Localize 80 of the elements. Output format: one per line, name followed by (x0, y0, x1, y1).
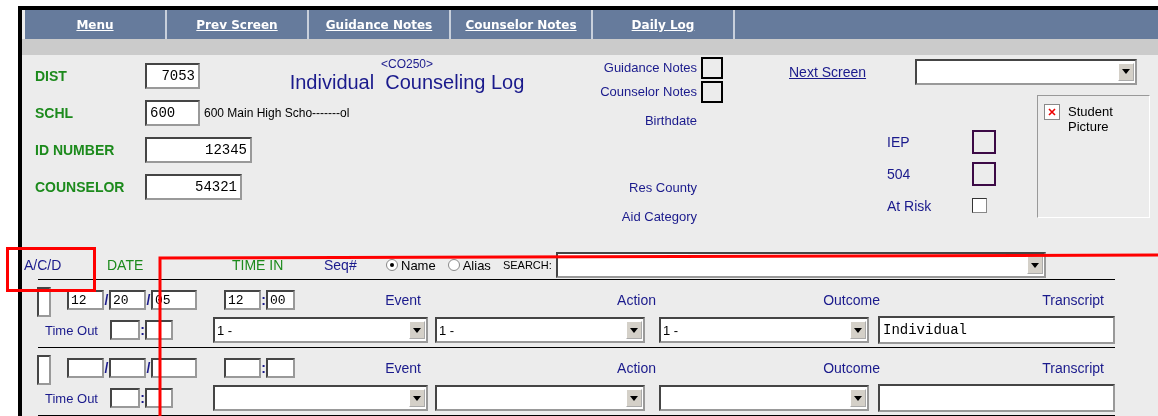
school-name: 600 Main High Scho-------ol (204, 105, 350, 120)
column-label: Seq# (324, 257, 358, 274)
search-label: SEARCH: (502, 259, 552, 272)
time-separator: : (140, 322, 145, 339)
day-field[interactable]: 20 (109, 290, 146, 311)
info-label: Res County (628, 179, 697, 195)
caret-icon (626, 389, 642, 407)
hour-field[interactable]: 12 (224, 290, 261, 311)
notes-label: Counselor Notes (599, 84, 697, 100)
dropdown[interactable]: 1 - (659, 317, 869, 344)
outcome-label: Outcome (822, 360, 880, 376)
time-out-label: Time Out (45, 322, 99, 338)
screen-code: <CO250> (380, 56, 433, 71)
time-separator: : (261, 292, 266, 309)
transcript-field[interactable] (878, 384, 1115, 412)
caret-icon (850, 321, 866, 340)
dropdown[interactable] (213, 385, 428, 411)
notes-label: Guidance Notes (602, 60, 697, 76)
dropdown[interactable] (915, 58, 1137, 85)
date-separator: / (104, 292, 109, 309)
date-separator: / (146, 360, 151, 376)
flag-label: At Risk (887, 197, 933, 214)
time-separator: : (261, 360, 266, 376)
month-field[interactable]: 12 (67, 290, 104, 311)
caret-icon (409, 321, 425, 340)
column-label: DATE (107, 257, 145, 274)
hour-field[interactable] (224, 358, 261, 378)
transcript-label: Transcript (1041, 292, 1105, 309)
checkbox[interactable] (972, 129, 996, 154)
date-separator: / (146, 292, 151, 309)
dropdown[interactable] (435, 385, 645, 411)
transcript-label: Transcript (1041, 360, 1105, 376)
field-label: ID NUMBER (35, 141, 116, 158)
flag-label: IEP (887, 133, 911, 150)
info-label: Aid Category (620, 208, 697, 224)
event-label: Event (385, 360, 421, 376)
checkbox[interactable] (972, 198, 987, 214)
time-out-label: Time Out (45, 390, 99, 406)
field-label: COUNSELOR (35, 178, 126, 195)
flag-label: 504 (887, 165, 912, 182)
next-screen-label: Next Screen (789, 63, 868, 80)
radio-option[interactable]: Alias (447, 257, 491, 273)
caret-icon (626, 321, 642, 340)
info-label: Birthdate (643, 112, 697, 128)
text-field[interactable]: 12345 (145, 136, 252, 163)
field-label: SCHL (35, 104, 75, 121)
day-field[interactable] (109, 358, 146, 378)
checkbox[interactable] (972, 161, 996, 186)
minute-field[interactable] (266, 358, 295, 378)
year-field[interactable] (151, 358, 197, 378)
acd-field[interactable] (37, 355, 51, 385)
column-label: A/C/D (23, 257, 63, 274)
checkbox[interactable] (701, 80, 723, 103)
screen-title: Individual Counseling Log (289, 70, 525, 94)
hour-field[interactable] (110, 320, 140, 341)
hour-field[interactable] (110, 388, 140, 408)
dropdown[interactable]: 1 - (435, 317, 645, 344)
dropdown[interactable]: 1 - (213, 317, 428, 344)
text-field[interactable]: 7053 (145, 62, 200, 89)
picture-label: Student Picture (1068, 103, 1114, 136)
time-separator: : (140, 390, 145, 406)
caret-icon (1118, 62, 1134, 81)
checkbox[interactable] (701, 56, 723, 79)
action-label: Action (616, 360, 656, 376)
event-label: Event (385, 292, 421, 309)
field-label: DIST (35, 67, 68, 84)
minute-field[interactable]: 00 (266, 290, 295, 311)
month-field[interactable] (67, 358, 104, 378)
outcome-label: Outcome (822, 292, 880, 309)
dropdown[interactable] (659, 385, 869, 411)
transcript-field[interactable]: Individual (878, 316, 1115, 345)
text-field[interactable]: 54321 (145, 173, 242, 200)
action-label: Action (616, 292, 656, 309)
date-separator: / (104, 360, 109, 376)
caret-icon (409, 389, 425, 407)
radio-option[interactable]: Name (386, 257, 436, 273)
column-label: TIME IN (232, 257, 285, 274)
text-field[interactable]: 600 (145, 99, 200, 126)
caret-icon (850, 389, 866, 407)
broken-image-icon (1044, 103, 1060, 120)
